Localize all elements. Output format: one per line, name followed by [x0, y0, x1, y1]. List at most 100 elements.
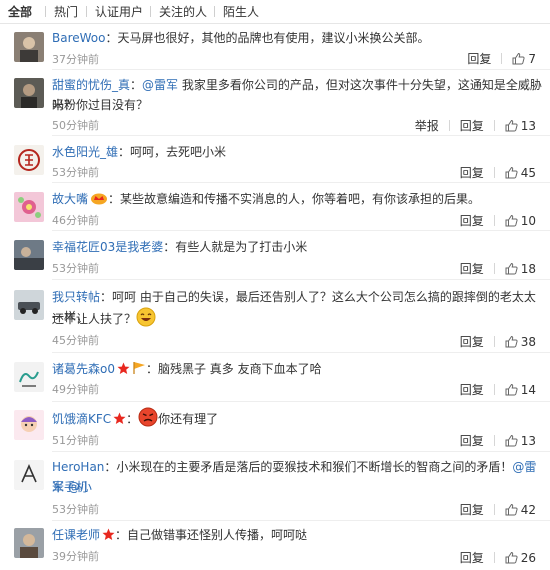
comment-time: 39分钟前: [52, 550, 99, 563]
vip-crown-icon: [90, 191, 108, 211]
mention-link[interactable]: 米手机: [52, 480, 88, 494]
comment-item: 我只转帖：呵呵 由于自己的失误，最后还告别人了？这么大个公司怎么搞的跟摔倒的老太…: [0, 284, 550, 354]
user-link[interactable]: 我只转帖: [52, 290, 100, 304]
comment-time: 45分钟前: [52, 334, 99, 347]
gold-flag-badge-icon: [132, 361, 146, 381]
action-divider: [493, 435, 495, 446]
reply-button[interactable]: 回复: [460, 166, 484, 180]
reply-button[interactable]: 回复: [460, 503, 484, 517]
action-divider: [493, 552, 495, 563]
like-button[interactable]: 10: [505, 214, 536, 228]
thumbs-up-icon: [505, 503, 518, 515]
comment-filter-bar: 全部 热门 认证用户 关注的人 陌生人: [0, 0, 550, 22]
action-divider: [493, 384, 495, 395]
photo-avatar-icon[interactable]: [14, 32, 44, 62]
comment-item: 饥饿滴KFC：你还有理了 51分钟前 回复 13: [0, 404, 550, 452]
reply-button[interactable]: 回复: [460, 262, 484, 276]
comment-divider: [52, 279, 550, 280]
comment-item: 任课老师 ：自己做错事还怪别人传播，呵呵哒 39分钟前 回复 26: [0, 522, 550, 570]
user-link[interactable]: 诸葛先森o0: [52, 362, 115, 376]
reply-button[interactable]: 回复: [460, 434, 484, 448]
comment-actions: 回复 10: [460, 213, 536, 228]
comment-text: 水色阳光_雄：呵呵，去死吧小米: [52, 145, 227, 159]
reply-button[interactable]: 回复: [467, 52, 491, 66]
reply-button[interactable]: 回复: [460, 551, 484, 565]
reply-button[interactable]: 回复: [460, 214, 484, 228]
action-divider: [493, 167, 495, 178]
tab-divider: [150, 6, 151, 17]
comment-text-continued: 还不让人扶了？: [52, 307, 544, 333]
sketch-avatar-icon[interactable]: [14, 362, 44, 392]
comment-time: 46分钟前: [52, 214, 99, 227]
comment-text: 幸福花匠03是我老婆：有些人就是为了打击小米: [52, 240, 308, 254]
tab-strangers[interactable]: 陌生人: [223, 5, 259, 19]
reply-button[interactable]: 回复: [460, 119, 484, 133]
red-star-badge-icon: [113, 411, 126, 431]
car-avatar-icon[interactable]: [14, 290, 44, 320]
photo-avatar-icon[interactable]: [14, 528, 44, 558]
like-button[interactable]: 14: [505, 383, 536, 397]
like-button[interactable]: 7: [512, 52, 536, 66]
action-divider: [493, 504, 495, 515]
comment-actions: 回复 26: [460, 550, 536, 565]
action-divider: [448, 120, 450, 131]
action-divider: [501, 53, 503, 64]
reply-button[interactable]: 回复: [460, 335, 484, 349]
user-link[interactable]: 饥饿滴KFC: [52, 412, 111, 426]
comment-item: 甜蜜的忧伤_真：@雷军 我家里多看你公司的产品，但对这次事件十分失望，这通知是全…: [0, 72, 550, 136]
like-button[interactable]: 18: [505, 262, 536, 276]
comment-divider: [52, 352, 550, 353]
like-button[interactable]: 13: [505, 434, 536, 448]
photo-avatar-icon[interactable]: [14, 78, 44, 108]
mention-link[interactable]: @雷军: [142, 78, 178, 92]
sketch-avatar-icon[interactable]: [14, 460, 44, 490]
report-button[interactable]: 举报: [415, 119, 439, 133]
tab-hot[interactable]: 热门: [54, 5, 78, 19]
user-link[interactable]: 甜蜜的忧伤_真: [52, 78, 130, 92]
logo-avatar-icon[interactable]: [14, 145, 44, 175]
filter-underline: [0, 23, 550, 24]
user-link[interactable]: 水色阳光_雄: [52, 145, 118, 159]
comment-item: BareWoo：天马屏也很好，其他的品牌也有使用，建议小米换公关部。 37分钟前…: [0, 26, 550, 70]
comment-item: 故大嘴 ：某些故意编造和传播不实消息的人，你等着吧，有你该承担的后果。 46分钟前…: [0, 186, 550, 231]
like-button[interactable]: 38: [505, 335, 536, 349]
like-button[interactable]: 26: [505, 551, 536, 565]
comment-divider: [52, 69, 550, 70]
red-star-badge-icon: [102, 527, 115, 547]
comment-time: 53分钟前: [52, 503, 99, 516]
like-button[interactable]: 13: [505, 119, 536, 133]
flower-avatar-icon[interactable]: [14, 192, 44, 222]
comment-divider: [52, 451, 550, 452]
comment-actions: 回复 7: [467, 51, 536, 66]
comment-text: 诸葛先森o0 ：脑残黑子 真多 友商下血本了哈: [52, 359, 544, 381]
like-button[interactable]: 42: [505, 503, 536, 517]
comment-item: 水色阳光_雄：呵呵，去死吧小米 53分钟前 回复 45: [0, 139, 550, 183]
cartoon-avatar-icon[interactable]: [14, 410, 44, 440]
comment-divider: [52, 135, 550, 136]
tab-verified-users[interactable]: 认证用户: [95, 5, 143, 19]
laughing-emoji-icon: [136, 307, 156, 333]
tab-following[interactable]: 关注的人: [159, 5, 207, 19]
thumbs-up-icon: [505, 383, 518, 395]
comment-actions: 回复 38: [460, 334, 536, 349]
comment-time: 49分钟前: [52, 383, 99, 396]
comment-actions: 回复 45: [460, 165, 536, 180]
comment-actions: 回复 42: [460, 502, 536, 517]
comment-item: HeroHan：小米现在的主要矛盾是落后的耍猴技术和猴们不断增长的智商之间的矛盾…: [0, 454, 550, 521]
user-link[interactable]: 任课老师: [52, 528, 100, 542]
comment-actions: 回复 14: [460, 382, 536, 397]
comment-text: BareWoo：天马屏也很好，其他的品牌也有使用，建议小米换公关部。: [52, 31, 430, 45]
thumbs-up-icon: [505, 551, 518, 563]
user-link[interactable]: BareWoo: [52, 31, 105, 45]
red-star-badge-icon: [117, 361, 130, 381]
reply-button[interactable]: 回复: [460, 383, 484, 397]
like-button[interactable]: 45: [505, 166, 536, 180]
tab-all[interactable]: 全部: [8, 5, 32, 19]
user-link[interactable]: 故大嘴: [52, 192, 88, 206]
user-link[interactable]: HeroHan: [52, 460, 104, 474]
comment-divider: [52, 182, 550, 183]
user-link[interactable]: 幸福花匠03是我老婆: [52, 240, 163, 254]
comment-actions: 回复 13: [460, 433, 536, 448]
photo-avatar-icon[interactable]: [14, 240, 44, 270]
action-divider: [493, 336, 495, 347]
